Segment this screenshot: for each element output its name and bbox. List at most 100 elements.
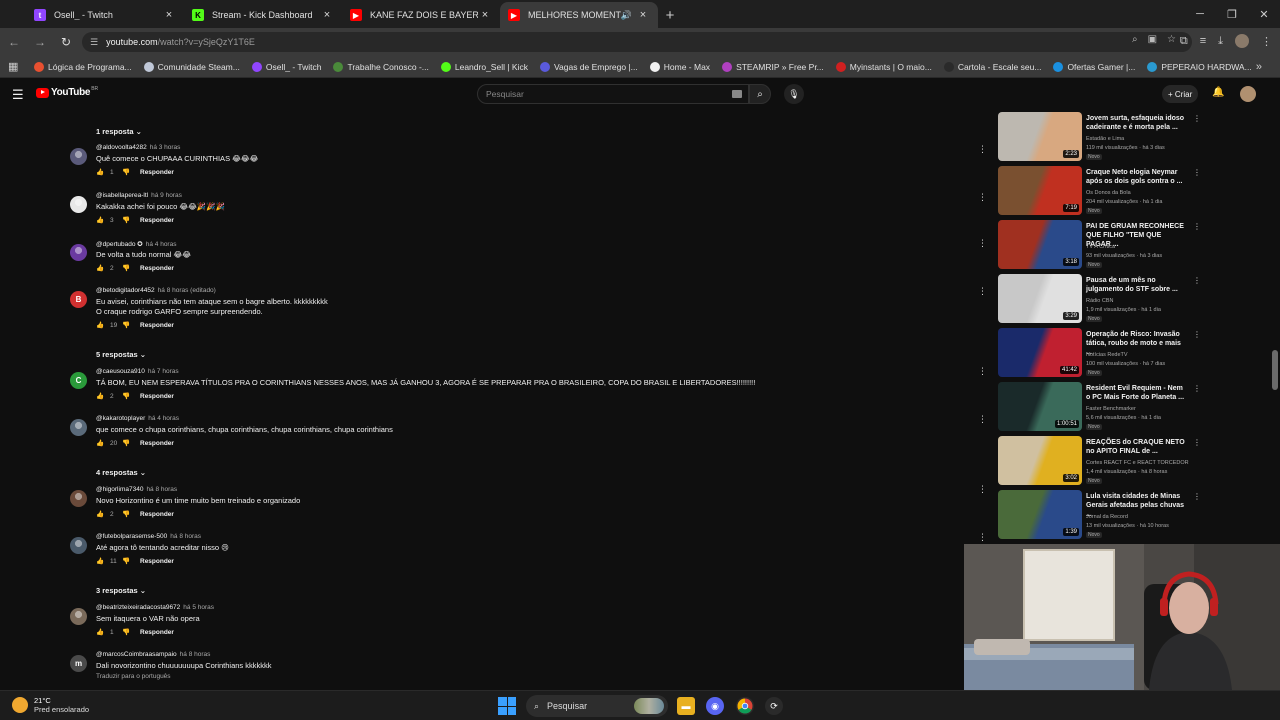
bookmark-item[interactable]: PEPERAIO HARDWA... [1147, 61, 1252, 72]
reply-button[interactable]: Responder [140, 169, 174, 176]
bookmark-item[interactable]: Vagas de Emprego |... [539, 61, 638, 72]
comment-author[interactable]: @marcosCoimbraasampaio [96, 651, 177, 658]
video-more-icon[interactable]: ⋮ [1193, 438, 1201, 447]
create-button[interactable]: + Criar [1162, 85, 1199, 103]
comment-time[interactable]: há 8 horas [146, 486, 177, 493]
tab-audio-icon[interactable]: 🔊 [621, 10, 632, 21]
video-title[interactable]: Craque Neto elogia Neymar após os dois g… [1086, 168, 1186, 186]
comment-time[interactable]: há 8 horas [170, 533, 201, 540]
bookmark-item[interactable]: Lógica de Programa... [34, 61, 132, 72]
recommended-video[interactable]: 1:00:51 Resident Evil Requiem - Nem o PC … [996, 382, 1206, 434]
comment-more-icon[interactable]: ⋮ [978, 414, 987, 425]
thumbs-up-icon[interactable]: 👍 [96, 439, 110, 447]
recommended-video[interactable]: 3:02 REAÇÕES do CRAQUE NETO no APITO FINA… [996, 436, 1206, 488]
minimize-icon[interactable]: ─ [1184, 0, 1216, 28]
youtube-logo[interactable]: YouTube BR [36, 86, 98, 98]
close-window-icon[interactable]: ✕ [1248, 0, 1280, 28]
comment-more-icon[interactable]: ⋮ [978, 286, 987, 297]
comment-time[interactable]: há 9 horas [151, 192, 182, 199]
recommended-video[interactable]: 7:19 Craque Neto elogia Neymar após os do… [996, 166, 1206, 218]
comment-author[interactable]: @higorlima7340 [96, 486, 143, 493]
browser-tab[interactable]: ▶ KANE FAZ DOIS E BAYERN DE M× [342, 2, 500, 28]
commenter-avatar[interactable] [70, 148, 87, 165]
comment-more-icon[interactable]: ⋮ [978, 366, 987, 377]
browser-tab[interactable]: K Stream - Kick Dashboard × [184, 2, 342, 28]
comment-time[interactable]: há 5 horas [183, 604, 214, 611]
video-thumbnail[interactable]: 1:00:51 [998, 382, 1082, 431]
taskbar-search[interactable]: ⌕ Pesquisar [526, 695, 668, 717]
search-input[interactable]: Pesquisar [477, 84, 749, 104]
reply-button[interactable]: Responder [140, 558, 174, 565]
thumbs-up-icon[interactable]: 👍 [96, 392, 110, 400]
comment-author[interactable]: @beatrizteixeiradacosta9672 [96, 604, 180, 611]
new-tab-button[interactable]: + [658, 2, 682, 28]
video-thumbnail[interactable]: 3:29 [998, 274, 1082, 323]
tab-close-icon[interactable]: × [320, 9, 334, 21]
video-title[interactable]: Resident Evil Requiem - Nem o PC Mais Fo… [1086, 384, 1186, 402]
reply-button[interactable]: Responder [140, 393, 174, 400]
file-explorer-icon[interactable]: ▬ [677, 697, 695, 715]
commenter-avatar[interactable] [70, 419, 87, 436]
thumbs-down-icon[interactable]: 👎 [122, 264, 136, 272]
video-more-icon[interactable]: ⋮ [1193, 114, 1201, 123]
commenter-avatar[interactable] [70, 490, 87, 507]
thumbs-up-icon[interactable]: 👍 [96, 264, 110, 272]
comment-more-icon[interactable]: ⋮ [978, 532, 987, 543]
thumbs-down-icon[interactable]: 👎 [122, 510, 136, 518]
bookmark-item[interactable]: Osell_ - Twitch [251, 61, 321, 72]
extensions-icon[interactable]: ⧉ [1180, 35, 1188, 48]
reply-button[interactable]: Responder [140, 440, 174, 447]
comment-author[interactable]: @betodigitador4452 [96, 287, 155, 294]
comment-time[interactable]: há 8 horas (editado) [158, 287, 216, 294]
channel-name[interactable]: TV A Crítica [1086, 244, 1115, 250]
video-thumbnail[interactable]: 2:23 [998, 112, 1082, 161]
channel-name[interactable]: Jornal da Record [1086, 514, 1128, 520]
zoom-icon[interactable]: ⌕ [1132, 34, 1138, 45]
reply-button[interactable]: Responder [140, 322, 174, 329]
thumbs-up-icon[interactable]: 👍 [96, 510, 110, 518]
thumbs-up-icon[interactable]: 👍 [96, 321, 110, 329]
bookmark-item[interactable]: STEAMRIP » Free Pr... [722, 61, 824, 72]
apps-grid-icon[interactable]: ▦ [8, 60, 22, 73]
search-button[interactable]: ⌕ [749, 84, 771, 104]
comment-author[interactable]: @isabellaperea-ltl [96, 192, 148, 199]
bookmark-item[interactable]: Cartola - Escale seu... [943, 61, 1041, 72]
thumbs-down-icon[interactable]: 👎 [122, 628, 136, 636]
account-avatar[interactable] [1240, 86, 1256, 102]
discord-icon[interactable]: ◉ [706, 697, 724, 715]
reply-button[interactable]: Responder [140, 629, 174, 636]
browser-tab[interactable]: t Osell_ - Twitch × [26, 2, 184, 28]
reply-button[interactable]: Responder [140, 217, 174, 224]
browser-menu-icon[interactable]: ⋮ [1261, 35, 1272, 48]
video-title[interactable]: Pausa de um mês no julgamento do STF sob… [1086, 276, 1186, 294]
channel-name[interactable]: Faster Benchmarker [1086, 406, 1136, 412]
replies-toggle[interactable]: 4 respostas ⌄ [96, 468, 146, 477]
translate-link[interactable]: Traduzir para o português [96, 673, 171, 680]
commenter-avatar[interactable] [70, 244, 87, 261]
weather-widget[interactable]: 21°C Pred ensolarado [12, 696, 89, 714]
comment-author[interactable]: @caeusouza910 [96, 368, 145, 375]
thumbs-down-icon[interactable]: 👎 [122, 216, 136, 224]
recommended-video[interactable]: 41:42 Operação de Risco: Invasão tática, … [996, 328, 1206, 380]
channel-name[interactable]: Cortes REACT FC e REACT TORCEDOR [1086, 460, 1189, 466]
video-more-icon[interactable]: ⋮ [1193, 384, 1201, 393]
video-title[interactable]: Jovem surta, esfaqueia idoso cadeirante … [1086, 114, 1186, 132]
commenter-avatar[interactable] [70, 608, 87, 625]
comment-more-icon[interactable]: ⋮ [978, 144, 987, 155]
profile-avatar[interactable] [1235, 34, 1249, 48]
url-input[interactable]: ☰ youtube.com/watch?v=ySjeQzY1T6E [82, 32, 1192, 52]
video-more-icon[interactable]: ⋮ [1193, 222, 1201, 231]
recommended-video[interactable]: 3:18 PAI DE GRUAM RECONHECE QUE FILHO "TE… [996, 220, 1206, 272]
video-thumbnail[interactable]: 3:02 [998, 436, 1082, 485]
thumbs-down-icon[interactable]: 👎 [122, 557, 136, 565]
commenter-avatar[interactable] [70, 537, 87, 554]
tab-close-icon[interactable]: × [162, 9, 176, 21]
forward-arrow-icon[interactable]: → [28, 30, 52, 54]
comment-time[interactable]: há 4 horas [148, 415, 179, 422]
commenter-avatar[interactable]: m [70, 655, 87, 672]
commenter-avatar[interactable]: B [70, 291, 87, 308]
windows-start-icon[interactable] [498, 697, 516, 715]
recommended-video[interactable]: 2:23 Jovem surta, esfaqueia idoso cadeira… [996, 112, 1206, 164]
bookmark-item[interactable]: Ofertas Gamer |... [1053, 61, 1135, 72]
channel-name[interactable]: Rádio CBN [1086, 298, 1114, 304]
